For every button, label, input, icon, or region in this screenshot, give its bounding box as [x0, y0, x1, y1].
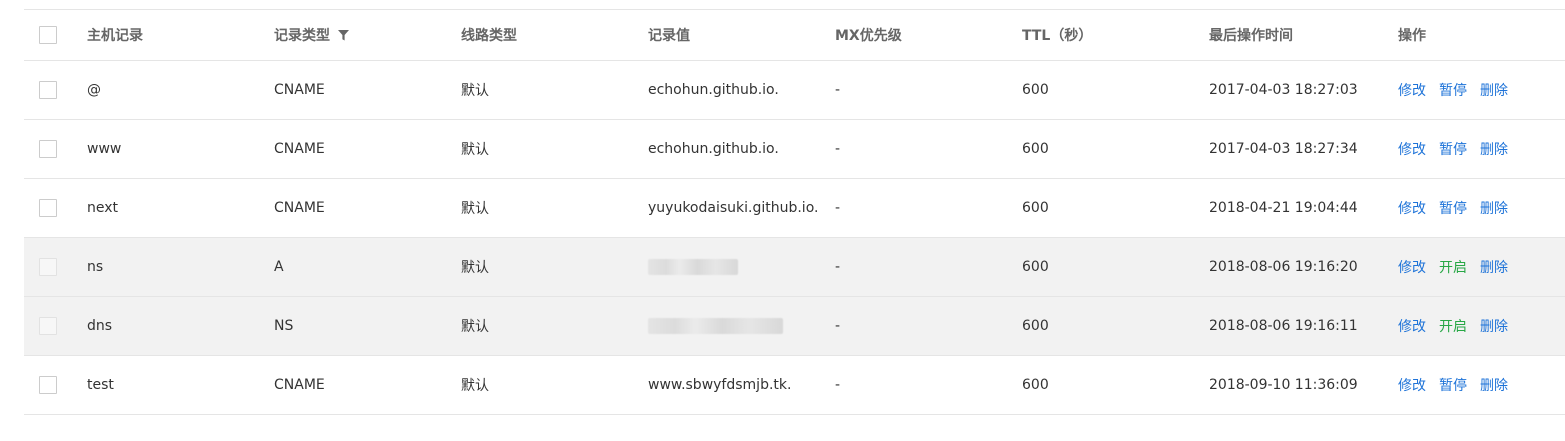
header-type: 记录类型 [274, 10, 349, 60]
cell-time: 2017-04-03 18:27:03 [1209, 82, 1358, 98]
cell-host: www [87, 141, 122, 157]
header-ops: 操作 [1398, 28, 1426, 44]
cell-ttl: 600 [1022, 318, 1049, 334]
cell-line: 默认 [461, 142, 489, 158]
header-mx: MX优先级 [835, 28, 902, 44]
cell-ops: 修改 暂停 删除 [1398, 61, 1521, 119]
cell-ttl: 600 [1022, 200, 1049, 216]
cell-line: 默认 [461, 319, 489, 335]
delete-link[interactable]: 删除 [1480, 80, 1508, 100]
cell-line: 默认 [461, 83, 489, 99]
header-time: 最后操作时间 [1209, 28, 1293, 44]
cell-value: echohun.github.io. [648, 82, 779, 98]
cell-ops: 修改 暂停 删除 [1398, 179, 1521, 237]
delete-link[interactable]: 删除 [1480, 375, 1508, 395]
cell-type: CNAME [274, 82, 325, 98]
cell-ops: 修改 暂停 删除 [1398, 356, 1521, 414]
row-checkbox[interactable] [39, 199, 57, 217]
dns-records-table: 主机记录 记录类型 线路类型 记录值 MX优先级 TTL（秒） 最后操作时间 操… [24, 9, 1565, 415]
cell-type: CNAME [274, 200, 325, 216]
header-host: 主机记录 [87, 28, 143, 44]
table-row-paused: dns NS 默认 - 600 2018-08-06 19:16:11 修改 开… [24, 297, 1565, 356]
pause-link[interactable]: 暂停 [1439, 139, 1467, 159]
filter-icon[interactable] [338, 29, 349, 41]
header-type-label: 记录类型 [274, 28, 330, 44]
cell-type: NS [274, 318, 294, 334]
cell-ops: 修改 开启 删除 [1398, 238, 1521, 296]
cell-time: 2018-04-21 19:04:44 [1209, 200, 1358, 216]
cell-value: www.sbwyfdsmjb.tk. [648, 377, 792, 393]
redacted-value [648, 318, 783, 334]
row-checkbox[interactable] [39, 81, 57, 99]
pause-link[interactable]: 暂停 [1439, 198, 1467, 218]
cell-line: 默认 [461, 378, 489, 394]
cell-time: 2018-08-06 19:16:20 [1209, 259, 1358, 275]
cell-ttl: 600 [1022, 377, 1049, 393]
cell-time: 2018-08-06 19:16:11 [1209, 318, 1358, 334]
redacted-value [648, 259, 738, 275]
table-row: www CNAME 默认 echohun.github.io. - 600 20… [24, 120, 1565, 179]
table-row: next CNAME 默认 yuyukodaisuki.github.io. -… [24, 179, 1565, 238]
edit-link[interactable]: 修改 [1398, 257, 1426, 277]
cell-value [648, 297, 783, 355]
delete-link[interactable]: 删除 [1480, 198, 1508, 218]
cell-type: A [274, 259, 284, 275]
table-row-paused: ns A 默认 - 600 2018-08-06 19:16:20 修改 开启 … [24, 238, 1565, 297]
cell-ops: 修改 开启 删除 [1398, 297, 1521, 355]
cell-value: echohun.github.io. [648, 141, 779, 157]
cell-type: CNAME [274, 377, 325, 393]
table-row: test CNAME 默认 www.sbwyfdsmjb.tk. - 600 2… [24, 356, 1565, 415]
header-value: 记录值 [648, 28, 690, 44]
cell-time: 2018-09-10 11:36:09 [1209, 377, 1358, 393]
edit-link[interactable]: 修改 [1398, 316, 1426, 336]
cell-mx: - [835, 200, 841, 216]
cell-host: @ [87, 82, 101, 98]
row-checkbox[interactable] [39, 376, 57, 394]
cell-mx: - [835, 259, 841, 275]
cell-ttl: 600 [1022, 82, 1049, 98]
table-header: 主机记录 记录类型 线路类型 记录值 MX优先级 TTL（秒） 最后操作时间 操… [24, 10, 1565, 61]
edit-link[interactable]: 修改 [1398, 375, 1426, 395]
cell-ops: 修改 暂停 删除 [1398, 120, 1521, 178]
select-all-checkbox[interactable] [39, 26, 57, 44]
cell-host: ns [87, 259, 104, 275]
cell-host: dns [87, 318, 113, 334]
delete-link[interactable]: 删除 [1480, 139, 1508, 159]
cell-mx: - [835, 141, 841, 157]
table-row: @ CNAME 默认 echohun.github.io. - 600 2017… [24, 61, 1565, 120]
edit-link[interactable]: 修改 [1398, 198, 1426, 218]
cell-ttl: 600 [1022, 141, 1049, 157]
pause-link[interactable]: 暂停 [1439, 375, 1467, 395]
enable-link[interactable]: 开启 [1439, 257, 1467, 277]
cell-value: yuyukodaisuki.github.io. [648, 200, 819, 216]
pause-link[interactable]: 暂停 [1439, 80, 1467, 100]
delete-link[interactable]: 删除 [1480, 316, 1508, 336]
cell-line: 默认 [461, 201, 489, 217]
header-ttl: TTL（秒） [1022, 28, 1093, 44]
cell-line: 默认 [461, 260, 489, 276]
edit-link[interactable]: 修改 [1398, 80, 1426, 100]
cell-mx: - [835, 318, 841, 334]
cell-mx: - [835, 82, 841, 98]
cell-host: next [87, 200, 119, 216]
delete-link[interactable]: 删除 [1480, 257, 1508, 277]
cell-value [648, 238, 738, 296]
row-checkbox[interactable] [39, 140, 57, 158]
cell-type: CNAME [274, 141, 325, 157]
edit-link[interactable]: 修改 [1398, 139, 1426, 159]
cell-mx: - [835, 377, 841, 393]
row-checkbox[interactable] [39, 258, 57, 276]
header-line: 线路类型 [461, 28, 517, 44]
cell-time: 2017-04-03 18:27:34 [1209, 141, 1358, 157]
cell-host: test [87, 377, 114, 393]
row-checkbox[interactable] [39, 317, 57, 335]
cell-ttl: 600 [1022, 259, 1049, 275]
enable-link[interactable]: 开启 [1439, 316, 1467, 336]
